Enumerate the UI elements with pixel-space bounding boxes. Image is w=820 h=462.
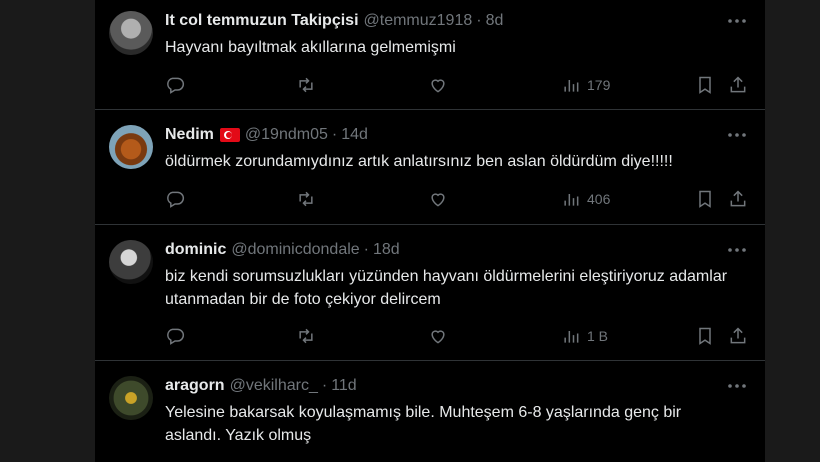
user-handle[interactable]: @19ndm05 bbox=[245, 126, 328, 144]
avatar[interactable] bbox=[109, 11, 153, 55]
separator-dot: · bbox=[363, 241, 369, 258]
view-count: 179 bbox=[587, 77, 611, 93]
avatar[interactable] bbox=[109, 376, 153, 420]
share-icon bbox=[730, 76, 746, 93]
display-name[interactable]: Nedim bbox=[165, 126, 214, 144]
tweet-header: It col temmuzun Takipçisi @temmuz1918 · … bbox=[165, 11, 503, 31]
like-button[interactable] bbox=[428, 325, 448, 347]
tweet-text: öldürmek zorundamıydınız artık anlatırsı… bbox=[165, 153, 673, 170]
more-button[interactable] bbox=[727, 11, 747, 31]
reply-icon bbox=[167, 191, 185, 208]
timestamp[interactable]: 14d bbox=[341, 126, 368, 144]
turkey-flag-icon bbox=[219, 128, 240, 142]
tweet-actions: 179 bbox=[165, 74, 755, 96]
view-count: 406 bbox=[587, 191, 611, 207]
tweet[interactable]: aragorn @vekilharc_ · 11d Yelesine bakar… bbox=[95, 361, 765, 462]
views-button[interactable]: 179 bbox=[561, 74, 610, 96]
views-icon bbox=[564, 80, 579, 92]
retweet-button[interactable] bbox=[296, 188, 316, 210]
retweet-icon bbox=[299, 77, 313, 93]
tweet-actions: 406 bbox=[165, 188, 755, 210]
views-icon bbox=[564, 194, 579, 206]
more-button[interactable] bbox=[727, 125, 747, 145]
user-handle[interactable]: @vekilharc_ bbox=[230, 377, 318, 395]
views-button[interactable]: 1 B bbox=[561, 325, 608, 347]
bookmark-button[interactable] bbox=[695, 188, 715, 210]
reply-icon bbox=[167, 328, 185, 345]
view-count: 1 B bbox=[587, 328, 609, 344]
like-button[interactable] bbox=[428, 188, 448, 210]
more-button[interactable] bbox=[727, 376, 747, 396]
share-button[interactable] bbox=[728, 188, 748, 210]
display-name[interactable]: It col temmuzun Takipçisi bbox=[165, 12, 359, 30]
tweet-header: aragorn @vekilharc_ · 11d bbox=[165, 376, 357, 396]
bookmark-icon bbox=[699, 327, 711, 345]
more-icon bbox=[728, 248, 746, 252]
replies-timeline: It col temmuzun Takipçisi @temmuz1918 · … bbox=[95, 0, 765, 462]
left-backdrop bbox=[0, 0, 95, 462]
reply-icon bbox=[167, 77, 185, 94]
share-button[interactable] bbox=[728, 325, 748, 347]
views-icon bbox=[564, 331, 579, 343]
more-icon bbox=[728, 384, 746, 388]
tweet[interactable]: Nedim @19ndm05 · 14d öldürmek zorundamıy… bbox=[95, 110, 765, 225]
bookmark-button[interactable] bbox=[695, 325, 715, 347]
like-icon bbox=[431, 79, 445, 93]
tweet-text: Hayvanı bayıltmak akıllarına gelmemişmi bbox=[165, 39, 456, 56]
avatar[interactable] bbox=[109, 125, 153, 169]
reply-button[interactable] bbox=[165, 188, 185, 210]
retweet-button[interactable] bbox=[296, 325, 316, 347]
tweet-header: Nedim @19ndm05 · 14d bbox=[165, 125, 368, 145]
tweet[interactable]: It col temmuzun Takipçisi @temmuz1918 · … bbox=[95, 0, 765, 110]
like-icon bbox=[431, 193, 445, 207]
more-icon bbox=[728, 133, 746, 137]
share-icon bbox=[730, 327, 746, 344]
separator-dot: · bbox=[476, 12, 482, 29]
timestamp[interactable]: 8d bbox=[486, 12, 504, 30]
retweet-icon bbox=[299, 191, 313, 207]
separator-dot: · bbox=[331, 126, 338, 143]
share-icon bbox=[730, 190, 746, 207]
views-button[interactable]: 406 bbox=[561, 188, 610, 210]
tweet-actions: 1 B bbox=[165, 325, 755, 347]
timestamp[interactable]: 18d bbox=[373, 241, 400, 259]
like-button[interactable] bbox=[428, 74, 448, 96]
timestamp[interactable]: 11d bbox=[331, 377, 357, 395]
reply-button[interactable] bbox=[165, 74, 185, 96]
tweet-text: Yelesine bakarsak koyulaşmamış bile. Muh… bbox=[165, 404, 682, 444]
right-backdrop bbox=[765, 0, 820, 462]
user-handle[interactable]: @temmuz1918 bbox=[364, 12, 473, 30]
tweet[interactable]: dominic @dominicdondale · 18d biz kendi … bbox=[95, 225, 765, 361]
more-icon bbox=[728, 19, 746, 23]
reply-button[interactable] bbox=[165, 325, 185, 347]
bookmark-button[interactable] bbox=[695, 74, 715, 96]
user-handle[interactable]: @dominicdondale bbox=[231, 241, 359, 259]
share-button[interactable] bbox=[728, 74, 748, 96]
more-button[interactable] bbox=[727, 240, 747, 260]
retweet-button[interactable] bbox=[296, 74, 316, 96]
tweet-header: dominic @dominicdondale · 18d bbox=[165, 240, 400, 260]
display-name[interactable]: aragorn bbox=[165, 377, 225, 395]
avatar[interactable] bbox=[109, 240, 153, 284]
bookmark-icon bbox=[699, 190, 711, 208]
separator-dot: · bbox=[321, 377, 328, 394]
like-icon bbox=[431, 330, 445, 344]
display-name[interactable]: dominic bbox=[165, 241, 226, 259]
bookmark-icon bbox=[699, 76, 711, 94]
tweet-text: biz kendi sorumsuzlukları yüzünden hayva… bbox=[165, 268, 728, 308]
retweet-icon bbox=[299, 328, 313, 344]
